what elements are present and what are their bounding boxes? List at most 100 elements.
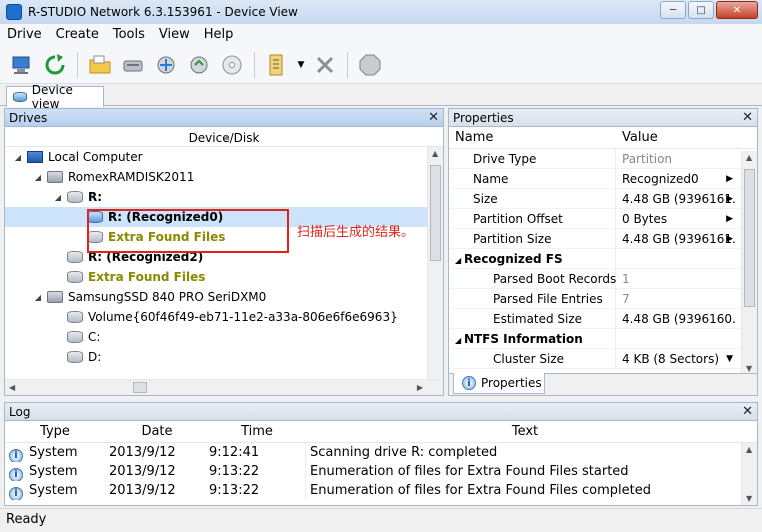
expand-toggle-icon[interactable]: ◢ — [13, 153, 23, 162]
log-text: Enumeration of files for Extra Found Fil… — [305, 481, 741, 500]
value-column-header[interactable]: Value — [616, 127, 658, 148]
close-icon[interactable]: ✕ — [742, 110, 753, 125]
log-type: System — [29, 464, 78, 479]
log-row[interactable]: i System 2013/9/12 9:12:41 Scanning drive R:… — [5, 443, 757, 462]
app-icon — [6, 4, 22, 20]
scroll-down-icon[interactable]: ▼ — [746, 364, 752, 373]
tree-item-label: R: — [88, 190, 103, 204]
property-value: 4.48 GB (9396160... — [622, 312, 736, 326]
tree-item[interactable]: ◢ R: — [5, 187, 443, 207]
close-icon[interactable]: ✕ — [742, 404, 753, 419]
tree-item[interactable]: Volume{60f46f49-eb71-11e2-a33a-806e6f6e6… — [5, 307, 443, 327]
property-row[interactable]: Estimated Size 4.48 GB (9396160... — [449, 309, 757, 329]
chevron-right-icon[interactable]: ▶ — [726, 189, 733, 209]
menu-tools[interactable]: Tools — [106, 24, 152, 46]
disk-icon — [47, 291, 63, 303]
toolbar-separator — [77, 51, 78, 78]
scroll-right-icon[interactable]: ▶ — [417, 383, 423, 392]
expand-toggle-icon[interactable]: ◢ — [33, 293, 43, 302]
properties-vertical-scrollbar[interactable]: ▲ ▼ — [741, 151, 757, 375]
property-row[interactable]: Partition Offset 0 Bytes ▶ — [449, 209, 757, 229]
property-row[interactable]: Cluster Size 4 KB (8 Sectors) ▼ — [449, 349, 757, 369]
tree-item[interactable]: D: — [5, 347, 443, 367]
tree-item-label: C: — [88, 330, 101, 344]
expand-toggle-icon[interactable]: ◢ — [53, 193, 63, 202]
log-date: 2013/9/12 — [109, 483, 176, 498]
property-row[interactable]: Size 4.48 GB (9396161... ▶ — [449, 189, 757, 209]
drives-vertical-scrollbar[interactable]: ▲ ▼ — [427, 147, 443, 395]
property-name: Parsed Boot Records — [493, 272, 617, 286]
log-time: 9:13:22 — [209, 464, 260, 479]
view-mode-button[interactable] — [263, 51, 291, 79]
open-files-button[interactable] — [86, 51, 114, 79]
tree-item[interactable]: C: — [5, 327, 443, 347]
property-row[interactable]: Name Recognized0 ▶ — [449, 169, 757, 189]
scroll-up-icon[interactable]: ▲ — [432, 149, 438, 158]
property-group[interactable]: ◢ Recognized FS — [449, 249, 757, 269]
menu-view[interactable]: View — [152, 24, 197, 46]
scroll-down-icon[interactable]: ▼ — [746, 494, 752, 503]
expand-toggle-icon[interactable]: ◢ — [33, 173, 43, 182]
connect-computer-button[interactable] — [8, 51, 36, 79]
menu-drive[interactable]: Drive — [0, 24, 49, 46]
close-icon[interactable]: ✕ — [428, 110, 439, 125]
property-row[interactable]: Partition Size 4.48 GB (9396161... ▶ — [449, 229, 757, 249]
info-icon: i — [9, 467, 23, 481]
scan-button[interactable] — [119, 51, 147, 79]
chevron-right-icon[interactable]: ▶ — [726, 209, 733, 229]
tab-device-view[interactable]: Device view — [6, 83, 104, 111]
property-row[interactable]: Drive Type Partition — [449, 149, 757, 169]
log-type: System — [29, 483, 78, 498]
refresh-button[interactable] — [41, 51, 69, 79]
log-type: System — [29, 445, 78, 460]
create-image-button[interactable] — [152, 51, 180, 79]
chevron-right-icon[interactable]: ▶ — [726, 169, 733, 189]
remove-button[interactable] — [311, 51, 339, 79]
menu-help[interactable]: Help — [197, 24, 241, 46]
property-row[interactable]: Parsed File Entries 7 — [449, 289, 757, 309]
scroll-thumb[interactable] — [744, 169, 755, 307]
device-disk-column-header[interactable]: ▲ Device/Disk — [5, 127, 443, 147]
view-mode-dropdown[interactable]: ▼ — [296, 51, 306, 79]
scroll-up-icon[interactable]: ▲ — [746, 153, 752, 162]
tools-cross-icon — [316, 56, 334, 73]
property-row[interactable]: Parsed Boot Records 1 — [449, 269, 757, 289]
type-column-header[interactable]: Type — [5, 421, 105, 442]
property-name: Parsed File Entries — [493, 292, 603, 306]
computer-icon — [27, 151, 43, 163]
collapse-toggle-icon[interactable]: ◢ — [455, 336, 464, 345]
scroll-left-icon[interactable]: ◀ — [9, 383, 15, 392]
chevron-down-icon[interactable]: ▼ — [726, 349, 733, 369]
tree-item[interactable]: ◢ SamsungSSD 840 PRO SeriDXM0 — [5, 287, 443, 307]
property-value: 4.48 GB (9396161... — [622, 232, 736, 246]
property-name: Drive Type — [473, 152, 537, 166]
minimize-button[interactable]: ─ — [660, 1, 686, 19]
property-group[interactable]: ◢ NTFS Information — [449, 329, 757, 349]
tree-item[interactable]: Extra Found Files — [5, 267, 443, 287]
log-vertical-scrollbar[interactable]: ▲ ▼ — [741, 443, 757, 505]
annotation-highlight-box — [87, 209, 289, 253]
tree-item[interactable]: ◢ Local Computer — [5, 147, 443, 167]
date-column-header[interactable]: Date — [105, 421, 205, 442]
time-column-header[interactable]: Time — [205, 421, 305, 442]
scroll-thumb[interactable] — [133, 382, 147, 393]
menu-create[interactable]: Create — [49, 24, 106, 46]
text-column-header[interactable]: Text — [305, 421, 741, 442]
chevron-right-icon[interactable]: ▶ — [726, 229, 733, 249]
stop-button[interactable] — [356, 51, 384, 79]
scroll-thumb[interactable] — [430, 165, 441, 261]
log-row[interactable]: i System 2013/9/12 9:13:22 Enumeration of fi… — [5, 462, 757, 481]
log-row[interactable]: i System 2013/9/12 9:13:22 Enumeration of fi… — [5, 481, 757, 500]
maximize-button[interactable]: □ — [688, 1, 714, 19]
scroll-up-icon[interactable]: ▲ — [746, 445, 752, 454]
open-image-button[interactable] — [185, 51, 213, 79]
tree-item-label: D: — [88, 350, 102, 364]
close-window-button[interactable]: ✕ — [716, 1, 758, 19]
collapse-toggle-icon[interactable]: ◢ — [455, 256, 464, 265]
tab-properties[interactable]: i Properties — [453, 373, 545, 394]
tree-item[interactable]: ◢ RomexRAMDISK2011 — [5, 167, 443, 187]
drives-horizontal-scrollbar[interactable]: ◀ ▶ — [5, 379, 443, 395]
network-computer-icon — [12, 56, 30, 74]
name-column-header[interactable]: Name — [449, 127, 616, 148]
disk-button[interactable] — [218, 51, 246, 79]
